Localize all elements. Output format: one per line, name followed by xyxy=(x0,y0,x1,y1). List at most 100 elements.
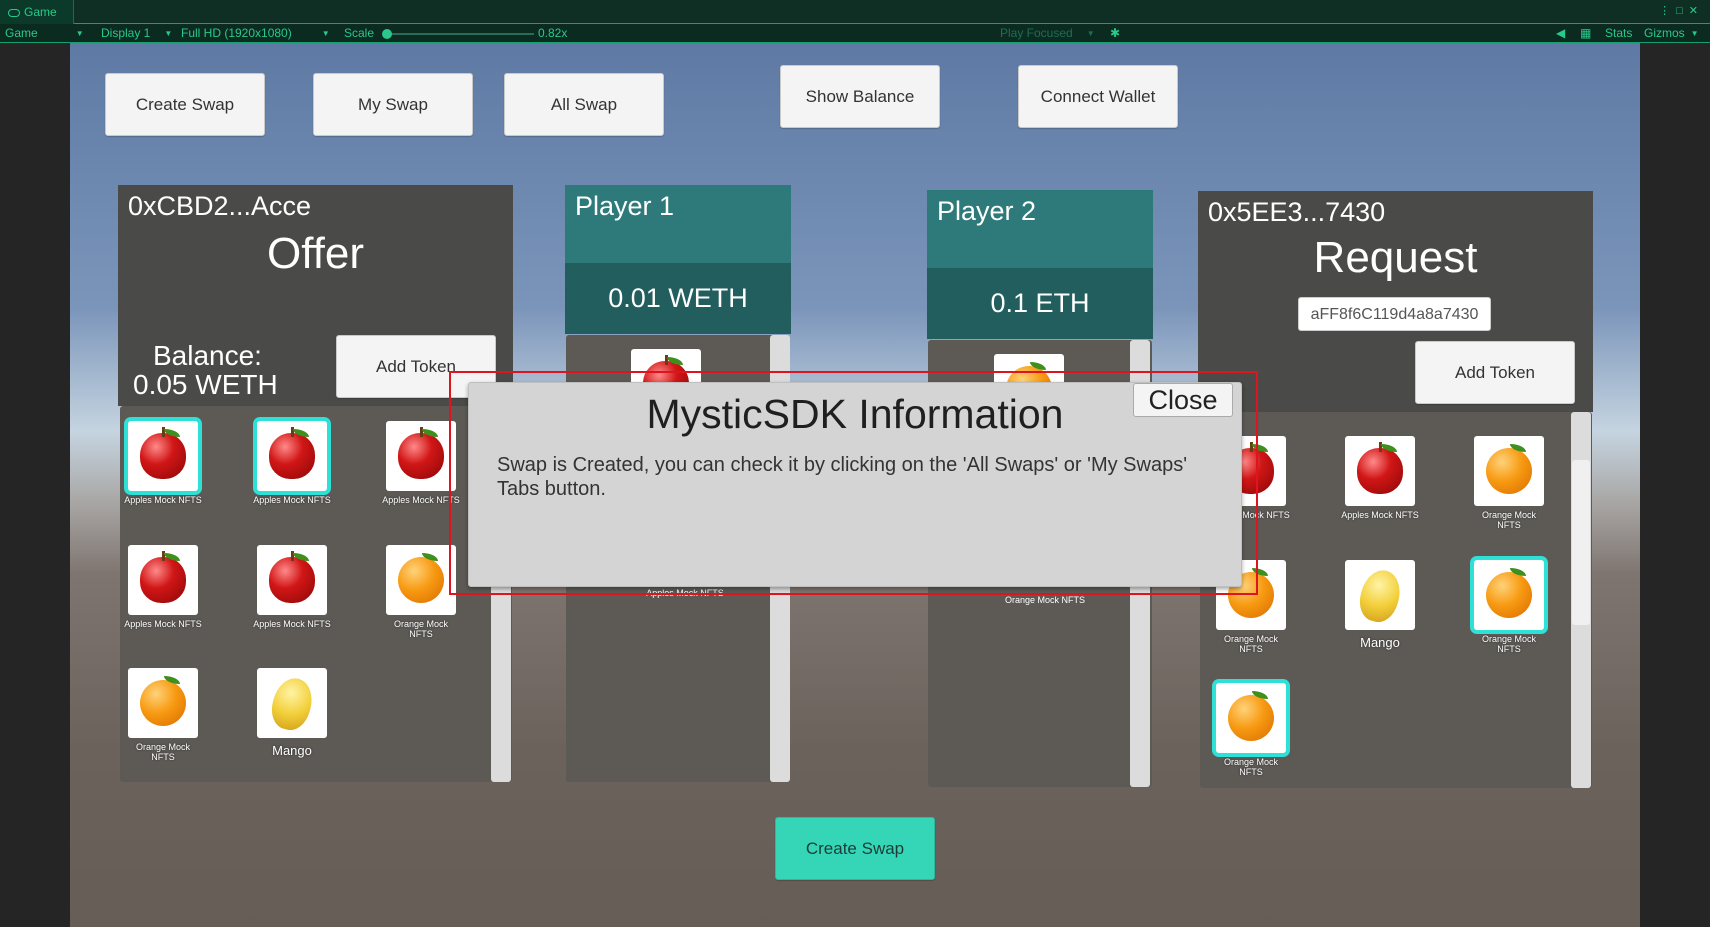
player1-header: Player 1 xyxy=(565,185,791,263)
close-window-icon[interactable]: ✕ xyxy=(1689,5,1704,17)
nft-tile xyxy=(386,545,456,615)
connect-wallet-button[interactable]: Connect Wallet xyxy=(1018,65,1178,128)
nft-caption: Mango xyxy=(272,743,312,758)
offer-title: Offer xyxy=(266,229,364,278)
gizmos-label: Gizmos xyxy=(1644,26,1685,40)
nft-caption: Mango xyxy=(1360,635,1400,650)
show-balance-button[interactable]: Show Balance xyxy=(780,65,940,128)
nft-tile xyxy=(128,668,198,738)
scale-value: 0.82x xyxy=(538,26,568,40)
orange-icon xyxy=(1228,695,1274,741)
nft-caption: Orange Mock NFTS xyxy=(1481,510,1537,530)
nft-caption: Orange Mock NFTS xyxy=(135,742,191,762)
orange-icon xyxy=(1486,572,1532,618)
player1-name: Player 1 xyxy=(575,191,675,221)
play-focused-select[interactable]: Play Focused ▼ xyxy=(1000,24,1095,43)
nft-tile xyxy=(257,545,327,615)
offer-nft-card[interactable]: Apples Mock NFTS xyxy=(253,545,331,629)
view-select[interactable]: Game ▼ xyxy=(5,24,85,43)
offer-nft-card[interactable]: Orange Mock NFTS xyxy=(124,668,202,762)
apple-icon xyxy=(140,557,186,603)
nft-tile xyxy=(128,545,198,615)
game-tab-label: Game xyxy=(24,5,57,19)
game-view-toolbar: Game ▼ Display 1 ▼ Full HD (1920x1080) ▼ Sc… xyxy=(0,24,1710,43)
nft-tile xyxy=(257,421,327,491)
game-viewport: Create Swap My Swap All Swap Show Balanc… xyxy=(70,43,1640,927)
nft-tile xyxy=(1345,560,1415,630)
info-modal: MysticSDK Information Swap is Created, y… xyxy=(468,382,1242,587)
play-focused-value: Play Focused xyxy=(1000,26,1073,40)
request-scrollbar[interactable] xyxy=(1571,412,1591,788)
request-title: Request xyxy=(1313,233,1478,282)
request-address-input[interactable]: aFF8f6C119d4a8a7430 xyxy=(1298,297,1491,331)
nft-caption: Apples Mock NFTS xyxy=(1341,510,1419,520)
game-tab[interactable]: Game xyxy=(0,0,74,24)
scale-slider-track[interactable] xyxy=(384,33,534,35)
nft-caption: Apples Mock NFTS xyxy=(253,619,331,629)
request-nft-card[interactable]: Apples Mock NFTS xyxy=(1341,436,1419,520)
chevron-down-icon: ▼ xyxy=(164,29,173,39)
request-nft-card[interactable]: Orange Mock NFTS xyxy=(1212,683,1290,777)
grid-icon[interactable]: ▦ xyxy=(1580,24,1591,43)
apple-icon xyxy=(269,557,315,603)
stats-button[interactable]: Stats xyxy=(1605,24,1632,43)
offer-nft-card[interactable]: Mango xyxy=(253,668,331,758)
player1-amount: 0.01 WETH xyxy=(565,263,791,334)
offer-nft-card[interactable]: Apples Mock NFTS xyxy=(124,421,202,505)
request-nft-card[interactable]: Orange Mock NFTS xyxy=(1470,436,1548,530)
offer-balance: Balance: 0.05 WETH xyxy=(133,341,278,399)
more-options-icon[interactable]: ⋮ xyxy=(1659,5,1676,17)
all-swap-tab-button[interactable]: All Swap xyxy=(504,73,664,136)
modal-close-button[interactable]: Close xyxy=(1133,383,1233,417)
display-select-value: Display 1 xyxy=(101,26,151,40)
mango-icon xyxy=(1354,565,1406,627)
apple-icon xyxy=(1357,448,1403,494)
nft-caption: Apples Mock NFTS xyxy=(124,495,202,505)
display-select[interactable]: Display 1 ▼ xyxy=(101,24,172,43)
nft-tile xyxy=(1345,436,1415,506)
orange-icon xyxy=(398,557,444,603)
my-swap-tab-button[interactable]: My Swap xyxy=(313,73,473,136)
player2-amount: 0.1 ETH xyxy=(927,268,1153,339)
nft-caption: Apples Mock NFTS xyxy=(382,495,460,505)
modal-title: MysticSDK Information xyxy=(646,391,1064,437)
right-letterbox xyxy=(1640,43,1710,927)
player1-partial-caption: Apples Mock NFTS xyxy=(646,588,724,598)
scale-slider-knob[interactable] xyxy=(382,29,392,39)
offer-nft-card[interactable]: Apples Mock NFTS xyxy=(124,545,202,629)
request-nft-card[interactable]: Mango xyxy=(1341,560,1419,650)
gizmos-button[interactable]: Gizmos ▼ xyxy=(1644,24,1699,43)
request-add-token-button[interactable]: Add Token xyxy=(1415,341,1575,404)
chevron-down-icon: ▼ xyxy=(1086,29,1095,39)
modal-message: Swap is Created, you can check it by cli… xyxy=(497,454,1188,500)
chevron-down-icon: ▼ xyxy=(1690,29,1699,39)
nft-tile xyxy=(1474,560,1544,630)
nft-caption: Orange Mock NFTS xyxy=(1223,757,1279,777)
mute-audio-icon[interactable]: ◀ xyxy=(1556,24,1565,43)
create-swap-submit-button[interactable]: Create Swap xyxy=(775,817,935,880)
nft-tile xyxy=(128,421,198,491)
nft-caption: Apples Mock NFTS xyxy=(124,619,202,629)
create-swap-tab-button[interactable]: Create Swap xyxy=(105,73,265,136)
unity-editor-window: Game ⋮□✕ Game ▼ Display 1 ▼ Full HD (1920x… xyxy=(0,0,1710,927)
bug-icon[interactable]: ✱ xyxy=(1110,24,1120,43)
player2-name: Player 2 xyxy=(937,196,1037,226)
view-select-value: Game xyxy=(5,26,38,40)
maximize-icon[interactable]: □ xyxy=(1676,5,1689,17)
nft-tile xyxy=(1216,683,1286,753)
request-scrollbar-thumb[interactable] xyxy=(1572,460,1590,625)
gamepad-icon xyxy=(8,8,20,17)
editor-tab-bar: Game ⋮□✕ xyxy=(0,0,1710,24)
offer-address: 0xCBD2...Acce xyxy=(128,191,312,221)
chevron-down-icon: ▼ xyxy=(75,29,84,39)
offer-nft-card[interactable]: Apples Mock NFTS xyxy=(253,421,331,505)
left-letterbox xyxy=(0,43,70,927)
nft-caption: Orange Mock NFTS xyxy=(1223,634,1279,654)
offer-nft-card[interactable]: Orange Mock NFTS xyxy=(382,545,460,639)
resolution-select[interactable]: Full HD (1920x1080) ▼ xyxy=(181,24,330,43)
request-nft-card[interactable]: Orange Mock NFTS xyxy=(1470,560,1548,654)
orange-icon xyxy=(140,680,186,726)
offer-nft-card[interactable]: Apples Mock NFTS xyxy=(382,421,460,505)
apple-icon xyxy=(398,433,444,479)
mango-icon xyxy=(266,673,318,735)
